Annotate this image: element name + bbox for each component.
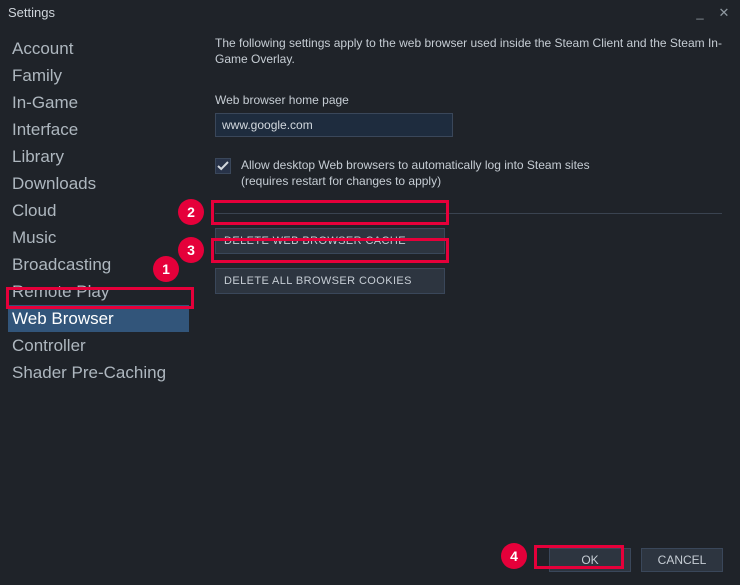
panel-description: The following settings apply to the web … <box>215 35 722 67</box>
sidebar-item-cloud[interactable]: Cloud <box>8 197 189 224</box>
sidebar-item-broadcasting[interactable]: Broadcasting <box>8 251 189 278</box>
sidebar-item-interface[interactable]: Interface <box>8 116 189 143</box>
homepage-label: Web browser home page <box>215 93 722 107</box>
settings-sidebar: Account Family In-Game Interface Library… <box>0 25 195 535</box>
titlebar: Settings _ ✕ <box>0 0 740 25</box>
delete-cache-button[interactable]: DELETE WEB BROWSER CACHE <box>215 228 445 254</box>
sidebar-item-family[interactable]: Family <box>8 62 189 89</box>
divider <box>215 213 722 214</box>
sidebar-item-music[interactable]: Music <box>8 224 189 251</box>
window-controls: _ ✕ <box>692 5 732 21</box>
sidebar-item-remote-play[interactable]: Remote Play <box>8 278 189 305</box>
autologin-note: (requires restart for changes to apply) <box>241 174 441 188</box>
content-area: Account Family In-Game Interface Library… <box>0 25 740 535</box>
ok-button[interactable]: OK <box>549 548 631 572</box>
sidebar-item-library[interactable]: Library <box>8 143 189 170</box>
window-title: Settings <box>8 5 692 20</box>
autologin-row: Allow desktop Web browsers to automatica… <box>215 157 722 189</box>
autologin-checkbox[interactable] <box>215 158 231 174</box>
homepage-input[interactable]: www.google.com <box>215 113 453 137</box>
minimize-icon[interactable]: _ <box>692 5 708 21</box>
main-panel: The following settings apply to the web … <box>195 25 740 535</box>
annotation-badge-4: 4 <box>501 543 527 569</box>
sidebar-item-controller[interactable]: Controller <box>8 332 189 359</box>
check-icon <box>217 160 229 172</box>
sidebar-item-shader-pre-caching[interactable]: Shader Pre-Caching <box>8 359 189 386</box>
sidebar-item-account[interactable]: Account <box>8 35 189 62</box>
autologin-label: Allow desktop Web browsers to automatica… <box>241 157 590 189</box>
autologin-label-text: Allow desktop Web browsers to automatica… <box>241 158 590 172</box>
close-icon[interactable]: ✕ <box>716 5 732 21</box>
sidebar-item-in-game[interactable]: In-Game <box>8 89 189 116</box>
footer: OK CANCEL <box>549 548 723 572</box>
sidebar-item-web-browser[interactable]: Web Browser <box>8 305 189 332</box>
cancel-button[interactable]: CANCEL <box>641 548 723 572</box>
sidebar-item-downloads[interactable]: Downloads <box>8 170 189 197</box>
delete-cookies-button[interactable]: DELETE ALL BROWSER COOKIES <box>215 268 445 294</box>
